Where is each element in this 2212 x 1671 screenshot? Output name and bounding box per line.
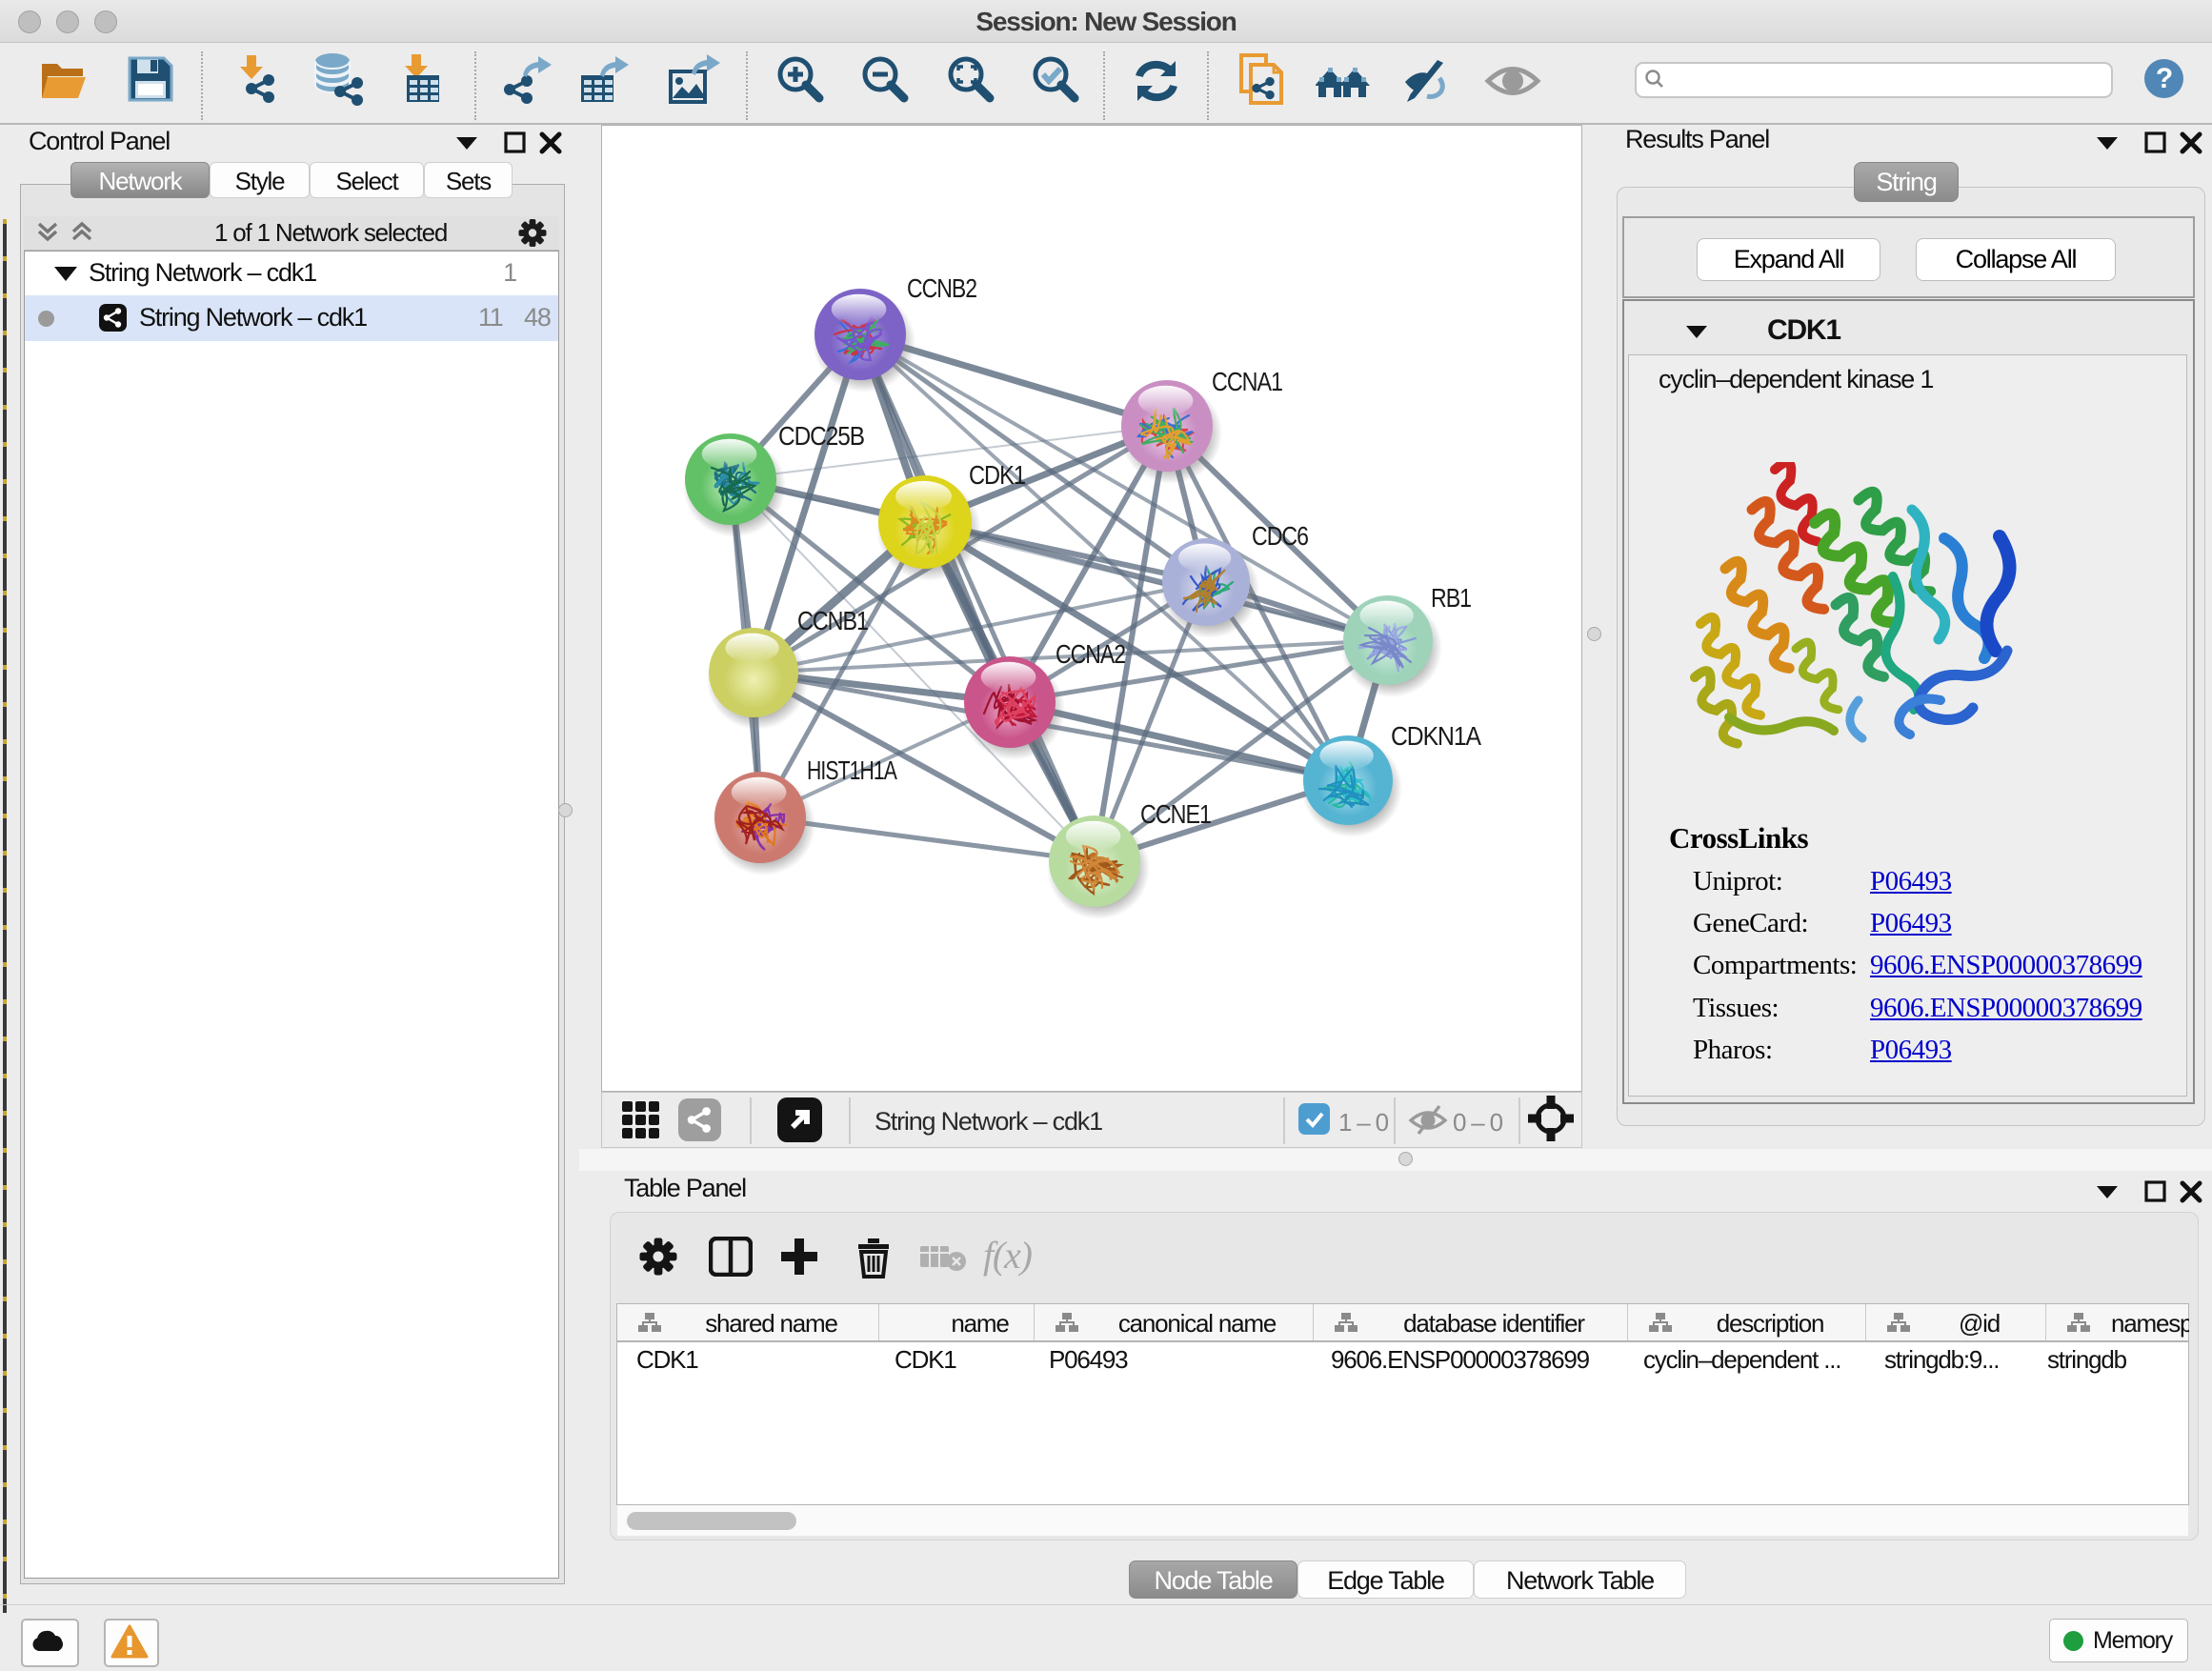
svg-text:CDC25B: CDC25B bbox=[778, 421, 864, 451]
svg-text:CCNB1: CCNB1 bbox=[797, 606, 869, 635]
svg-text:CCNA2: CCNA2 bbox=[1056, 639, 1126, 669]
svg-text:CCNB2: CCNB2 bbox=[907, 273, 977, 303]
svg-text:RB1: RB1 bbox=[1431, 583, 1472, 613]
svg-text:CDC6: CDC6 bbox=[1252, 521, 1309, 551]
svg-text:CCNA1: CCNA1 bbox=[1212, 367, 1283, 396]
svg-text:CCNE1: CCNE1 bbox=[1140, 799, 1212, 829]
svg-text:CDKN1A: CDKN1A bbox=[1391, 721, 1481, 751]
svg-text:CDK1: CDK1 bbox=[969, 460, 1026, 490]
svg-text:HIST1H1A: HIST1H1A bbox=[807, 755, 897, 785]
svg-text:1 of 1 Network selected: 1 of 1 Network selected bbox=[214, 218, 447, 247]
